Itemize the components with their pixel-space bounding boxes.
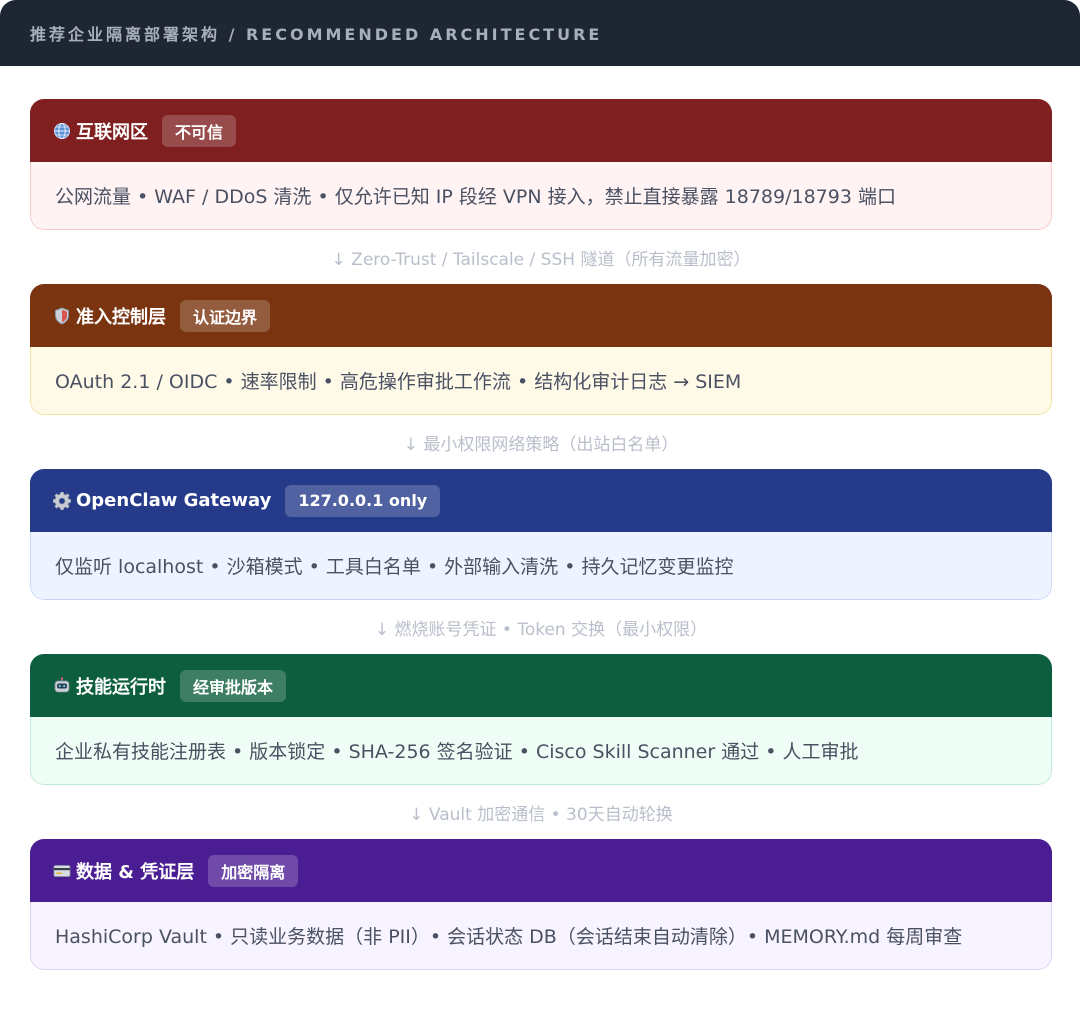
layer-description: 公网流量 • WAF / DDoS 清洗 • 仅允许已知 IP 段经 VPN 接… bbox=[30, 162, 1052, 230]
layer-description: OAuth 2.1 / OIDC • 速率限制 • 高危操作审批工作流 • 结构… bbox=[30, 347, 1052, 415]
page-title: 推荐企业隔离部署架构 / RECOMMENDED ARCHITECTURE bbox=[30, 25, 603, 44]
connector-label: ↓ Vault 加密通信 • 30天自动轮换 bbox=[409, 804, 673, 825]
layer-badge: 认证边界 bbox=[180, 299, 271, 332]
layer-header: 互联网区 不可信 bbox=[30, 99, 1052, 162]
layer-title: 技能运行时 bbox=[76, 676, 166, 698]
header-bar: 推荐企业隔离部署架构 / RECOMMENDED ARCHITECTURE bbox=[0, 0, 1080, 66]
layer-data-credentials: 数据 & 凭证层 加密隔离 HashiCorp Vault • 只读业务数据（非… bbox=[30, 839, 1052, 970]
architecture-card: 推荐企业隔离部署架构 / RECOMMENDED ARCHITECTURE 互联… bbox=[0, 0, 1080, 1019]
layer-title: OpenClaw Gateway bbox=[76, 490, 272, 511]
layer-badge: 不可信 bbox=[162, 114, 237, 147]
connector-label: ↓ 燃烧账号凭证 • Token 交换（最小权限） bbox=[374, 619, 708, 640]
architecture-stack: 互联网区 不可信 公网流量 • WAF / DDoS 清洗 • 仅允许已知 IP… bbox=[0, 66, 1080, 970]
layer-internet-zone: 互联网区 不可信 公网流量 • WAF / DDoS 清洗 • 仅允许已知 IP… bbox=[30, 99, 1052, 230]
connector-label: ↓ Zero-Trust / Tailscale / SSH 隧道（所有流量加密… bbox=[331, 249, 751, 270]
layer-header: OpenClaw Gateway 127.0.0.1 only bbox=[30, 469, 1052, 532]
layer-description: HashiCorp Vault • 只读业务数据（非 PII）• 会话状态 DB… bbox=[30, 902, 1052, 970]
card-icon bbox=[52, 861, 72, 881]
shield-icon bbox=[52, 306, 72, 326]
layer-badge: 经审批版本 bbox=[180, 669, 287, 702]
robot-icon bbox=[52, 676, 72, 696]
globe-icon bbox=[52, 121, 72, 141]
layer-description: 企业私有技能注册表 • 版本锁定 • SHA-256 签名验证 • Cisco … bbox=[30, 717, 1052, 785]
layer-header: 技能运行时 经审批版本 bbox=[30, 654, 1052, 717]
layer-title: 互联网区 bbox=[76, 121, 148, 143]
layer-skill-runtime: 技能运行时 经审批版本 企业私有技能注册表 • 版本锁定 • SHA-256 签… bbox=[30, 654, 1052, 785]
layer-title: 准入控制层 bbox=[76, 306, 166, 328]
layer-description: 仅监听 localhost • 沙箱模式 • 工具白名单 • 外部输入清洗 • … bbox=[30, 532, 1052, 600]
layer-gateway: OpenClaw Gateway 127.0.0.1 only 仅监听 loca… bbox=[30, 469, 1052, 600]
layer-access-control: 准入控制层 认证边界 OAuth 2.1 / OIDC • 速率限制 • 高危操… bbox=[30, 284, 1052, 415]
connector-label: ↓ 最小权限网络策略（出站白名单） bbox=[403, 434, 679, 455]
layer-title: 数据 & 凭证层 bbox=[76, 861, 195, 883]
layer-badge: 127.0.0.1 only bbox=[285, 484, 441, 517]
gear-icon bbox=[52, 491, 72, 511]
layer-header: 准入控制层 认证边界 bbox=[30, 284, 1052, 347]
layer-badge: 加密隔离 bbox=[208, 854, 299, 887]
layer-header: 数据 & 凭证层 加密隔离 bbox=[30, 839, 1052, 902]
